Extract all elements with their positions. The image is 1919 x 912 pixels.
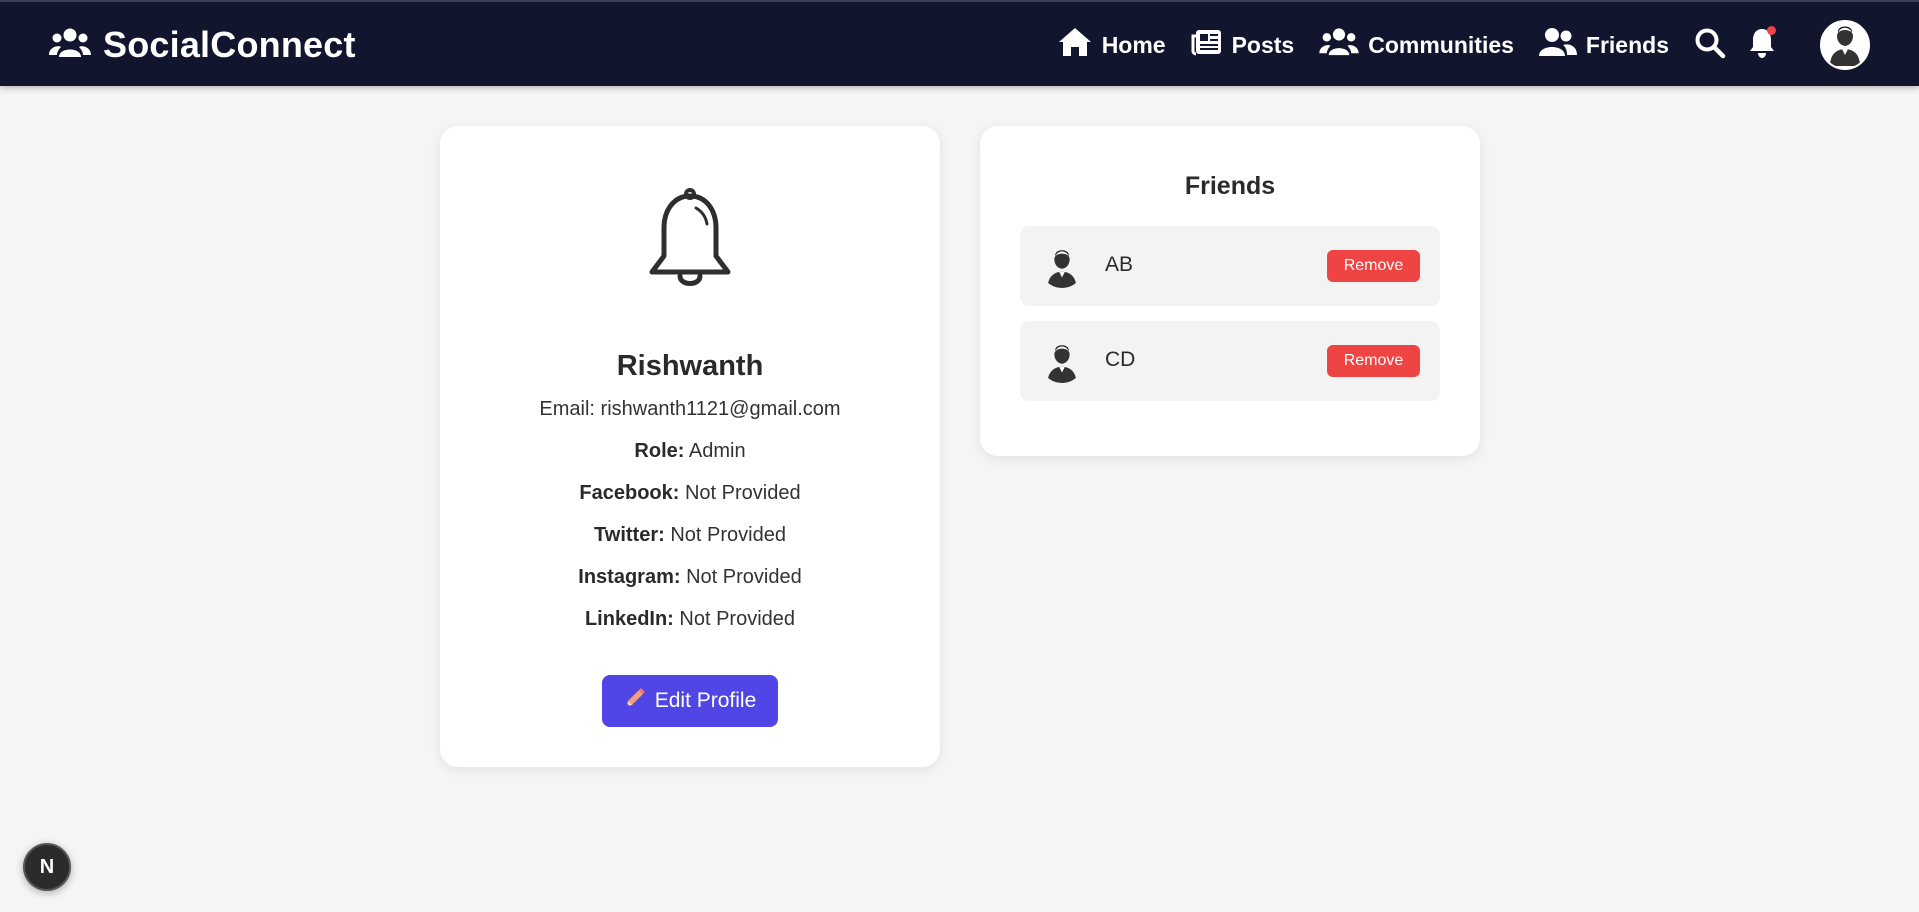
profile-field-role: Role: Admin (440, 440, 940, 463)
email-label: Email: (539, 398, 595, 420)
nav-communities-label: Communities (1368, 31, 1514, 58)
profile-email: Email: rishwanth1121@gmail.com (440, 398, 940, 421)
nav-posts-label: Posts (1231, 31, 1295, 58)
notification-badge (1767, 25, 1776, 35)
friend-row: AB Remove (1020, 226, 1440, 306)
user-friends-icon (1538, 27, 1577, 63)
profile-field-linkedin: LinkedIn: Not Provided (440, 608, 940, 631)
nav-home[interactable]: Home (1057, 26, 1166, 64)
newspaper-icon (1191, 28, 1223, 62)
remove-friend-button[interactable]: Remove (1327, 250, 1420, 282)
brand-logo[interactable]: SocialConnect (49, 24, 356, 66)
field-value: Not Provided (686, 566, 802, 588)
avatar (1040, 339, 1084, 383)
notifications-button[interactable] (1748, 25, 1776, 64)
email-value: rishwanth1121@gmail.com (600, 398, 841, 420)
avatar (1040, 244, 1084, 288)
dev-badge-label: N (39, 855, 55, 878)
bell-icon (640, 186, 740, 301)
nav-home-label: Home (1101, 31, 1166, 58)
profile-field-instagram: Instagram: Not Provided (440, 566, 940, 589)
pencil-icon (624, 687, 646, 715)
friend-row: CD Remove (1020, 321, 1440, 401)
friends-card: Friends AB Remove CD Remove (980, 126, 1480, 456)
nav-communities[interactable]: Communities (1319, 27, 1514, 63)
profile-field-twitter: Twitter: Not Provided (440, 524, 940, 547)
field-value: Not Provided (679, 608, 796, 630)
field-label: LinkedIn: (584, 608, 674, 630)
users-icon (49, 27, 91, 64)
field-label: Facebook: (579, 482, 680, 504)
field-value: Admin (688, 440, 746, 462)
friend-name: CD (1105, 348, 1136, 371)
field-value: Not Provided (684, 482, 801, 504)
field-value: Not Provided (670, 524, 786, 546)
nav-friends-label: Friends (1585, 31, 1669, 58)
search-icon (1694, 27, 1726, 64)
profile-name: Rishwanth (616, 350, 764, 382)
friend-name: AB (1105, 253, 1134, 276)
nav-posts[interactable]: Posts (1191, 28, 1295, 62)
remove-friend-button[interactable]: Remove (1327, 345, 1420, 377)
profile-avatar[interactable] (1820, 20, 1870, 70)
profile-card: Rishwanth Email: rishwanth1121@gmail.com… (440, 126, 940, 767)
avatar-icon (1822, 22, 1868, 68)
brand-name: SocialConnect (103, 24, 356, 65)
home-icon (1057, 26, 1093, 64)
field-label: Instagram: (578, 566, 681, 588)
users-icon (1319, 27, 1359, 63)
nav-friends[interactable]: Friends (1538, 27, 1669, 63)
friends-title: Friends (1184, 172, 1276, 200)
search-button[interactable] (1694, 27, 1726, 64)
field-label: Role: (634, 440, 685, 462)
nav-links: Home Posts Communities Friends (1057, 2, 1919, 88)
dev-tools-badge[interactable]: N (23, 843, 71, 891)
edit-profile-button[interactable]: Edit Profile (602, 675, 778, 727)
edit-profile-label: Edit Profile (654, 689, 757, 712)
profile-field-facebook: Facebook: Not Provided (440, 482, 940, 505)
field-label: Twitter: (594, 524, 665, 546)
navbar: SocialConnect Home Posts Communities Fri… (0, 0, 1919, 86)
